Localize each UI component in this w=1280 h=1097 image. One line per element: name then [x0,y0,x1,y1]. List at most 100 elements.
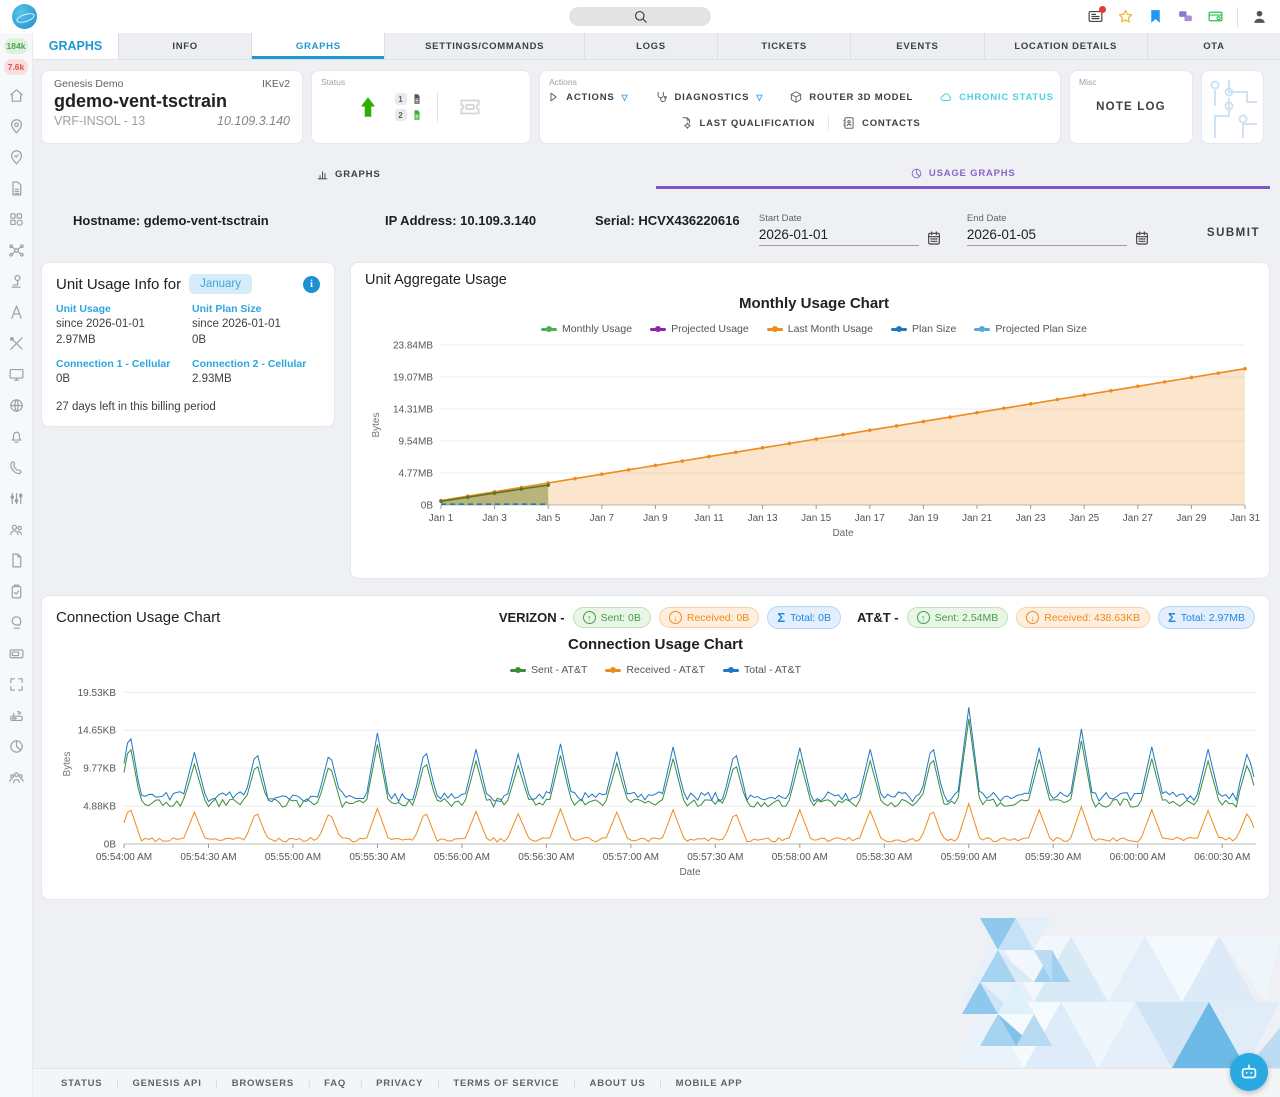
svg-text:Jan 15: Jan 15 [801,513,831,524]
chronic-status-button[interactable]: CHRONIC STATUS [926,90,1067,104]
triangle-pattern-decoration [960,918,1280,1068]
svg-text:0B: 0B [421,501,434,512]
footer-link-about-us[interactable]: ABOUT US [590,1078,646,1089]
sidebar-signal-icon[interactable] [8,490,25,507]
tab-location-details[interactable]: LOCATION DETAILS [984,33,1147,59]
sidebar-brain-chat-icon[interactable] [8,614,25,631]
topbar-divider [1237,7,1238,27]
star-icon[interactable] [1117,8,1134,25]
footer-link-terms-of-service[interactable]: TERMS OF SERVICE [453,1078,559,1089]
sidebar-network-icon[interactable] [8,242,25,259]
legend-item[interactable]: Received - AT&T [605,664,705,676]
footer-link-genesis-api[interactable]: GENESIS API [132,1078,201,1089]
note-log-button[interactable]: NOTE LOG [1096,101,1166,113]
svg-text:14.31MB: 14.31MB [393,404,433,415]
tab-settings-commands[interactable]: SETTINGS/COMMANDS [384,33,583,59]
sidebar-router-icon[interactable] [8,707,25,724]
sidebar-users-icon[interactable] [8,521,25,538]
footer-link-mobile-app[interactable]: MOBILE APP [676,1078,743,1089]
chatbot-button[interactable] [1230,1053,1268,1091]
tab-graphs[interactable]: GRAPHS [251,33,384,59]
legend-item[interactable]: Total - AT&T [723,664,801,676]
bar-chart-icon [316,168,329,181]
left-sidebar: 184k 7.6k [0,33,33,1097]
last-qualification-button[interactable]: LAST QUALIFICATION [666,116,828,130]
connection-usage-chart[interactable]: 0B4.88KB9.77KB14.65KB19.53KB05:54:00 AM0… [56,676,1272,888]
svg-text:05:57:00 AM: 05:57:00 AM [603,852,659,863]
footer-separator: | [216,1079,218,1088]
sidebar-card-modem-icon[interactable] [8,645,25,662]
tab-logs[interactable]: LOGS [584,33,717,59]
start-date-calendar-icon[interactable] [926,230,942,246]
status-divider [437,92,438,122]
monthly-chart-legend: Monthly Usage Projected Usage Last Month U… [365,323,1263,335]
legend-item[interactable]: Last Month Usage [767,323,873,335]
sidebar-home-icon[interactable] [8,87,25,104]
svg-text:Jan 9: Jan 9 [643,513,668,524]
actions-button[interactable]: ACTIONS▽ [533,90,641,104]
status-card-label: Status [321,77,345,87]
tab-info[interactable]: INFO [118,33,251,59]
sidebar-document-icon[interactable] [8,552,25,569]
footer-link-faq[interactable]: FAQ [324,1078,346,1089]
account-icon[interactable] [1251,8,1268,25]
monthly-usage-chart[interactable]: 0B4.77MB9.54MB14.31MB19.07MB23.84MBJan 1… [365,335,1263,565]
legend-item[interactable]: Monthly Usage [541,323,632,335]
sidebar-compass-icon[interactable] [8,304,25,321]
sim-2-status: 2 [395,109,423,121]
device-info-row: Hostname: gdemo-vent-tsctrain IP Address… [73,213,1266,246]
sidebar-pie-chart-icon[interactable] [8,738,25,755]
legend-item[interactable]: Projected Usage [650,323,749,335]
subtab-usage-graphs[interactable]: USAGE GRAPHS [656,160,1271,189]
sidebar-device-grid-icon[interactable] [8,211,25,228]
sidebar-count-badge-green[interactable]: 184k [4,38,29,54]
footer-link-privacy[interactable]: PRIVACY [376,1078,423,1089]
legend-item[interactable]: Plan Size [891,323,956,335]
submit-button[interactable]: SUBMIT [1207,227,1260,239]
payment-icon[interactable] [1207,8,1224,25]
month-chip[interactable]: January [189,274,252,294]
router-3d-model-button[interactable]: ROUTER 3D MODEL [776,90,926,104]
sidebar-count-badge-red[interactable]: 7.6k [4,59,28,75]
sidebar-clipboard-check-icon[interactable] [8,583,25,600]
footer-link-browsers[interactable]: BROWSERS [232,1078,294,1089]
sidebar-monitor-icon[interactable] [8,366,25,383]
end-date-input[interactable]: 2026-01-05 [967,227,1127,246]
legend-item[interactable]: Sent - AT&T [510,664,587,676]
sidebar-mic-icon[interactable] [8,273,25,290]
sidebar-phone-icon[interactable] [8,459,25,476]
sidebar-globe-icon[interactable] [8,397,25,414]
news-icon[interactable] [1087,8,1104,25]
sidebar-tools-icon[interactable] [8,335,25,352]
legend-marker [891,328,907,331]
ticket-icon[interactable] [452,94,488,120]
sidebar-team-icon[interactable] [8,769,25,786]
legend-marker [541,328,557,331]
chat-icon[interactable] [1177,8,1194,25]
end-date-calendar-icon[interactable] [1134,230,1150,246]
svg-text:Date: Date [679,867,701,878]
misc-card-label: Misc [1079,77,1096,87]
received-badge: ↓Received: 438.63KB [1016,607,1150,628]
subtab-graphs[interactable]: GRAPHS [41,160,656,189]
sidebar-pin-alt-icon[interactable] [8,149,25,166]
diagnostics-button[interactable]: DIAGNOSTICS▽ [641,90,776,104]
svg-text:05:58:00 AM: 05:58:00 AM [772,852,828,863]
sidebar-sim-card-icon[interactable] [8,180,25,197]
bookmark-icon[interactable] [1147,8,1164,25]
sidebar-bell-icon[interactable] [8,428,25,445]
footer-link-status[interactable]: STATUS [61,1078,102,1089]
search-bar[interactable] [569,7,711,26]
tab-ota[interactable]: OTA [1147,33,1280,59]
legend-item[interactable]: Projected Plan Size [974,323,1087,335]
info-icon[interactable]: i [303,276,320,293]
sidebar-expand-icon[interactable] [8,676,25,693]
tab-events[interactable]: EVENTS [850,33,983,59]
contacts-button[interactable]: CONTACTS [829,116,933,130]
tab-tickets[interactable]: TICKETS [717,33,850,59]
app-logo[interactable] [12,4,37,29]
cube-icon [789,90,803,104]
start-date-input[interactable]: 2026-01-01 [759,227,919,246]
sidebar-map-pin-icon[interactable] [8,118,25,135]
svg-text:Jan 17: Jan 17 [855,513,885,524]
